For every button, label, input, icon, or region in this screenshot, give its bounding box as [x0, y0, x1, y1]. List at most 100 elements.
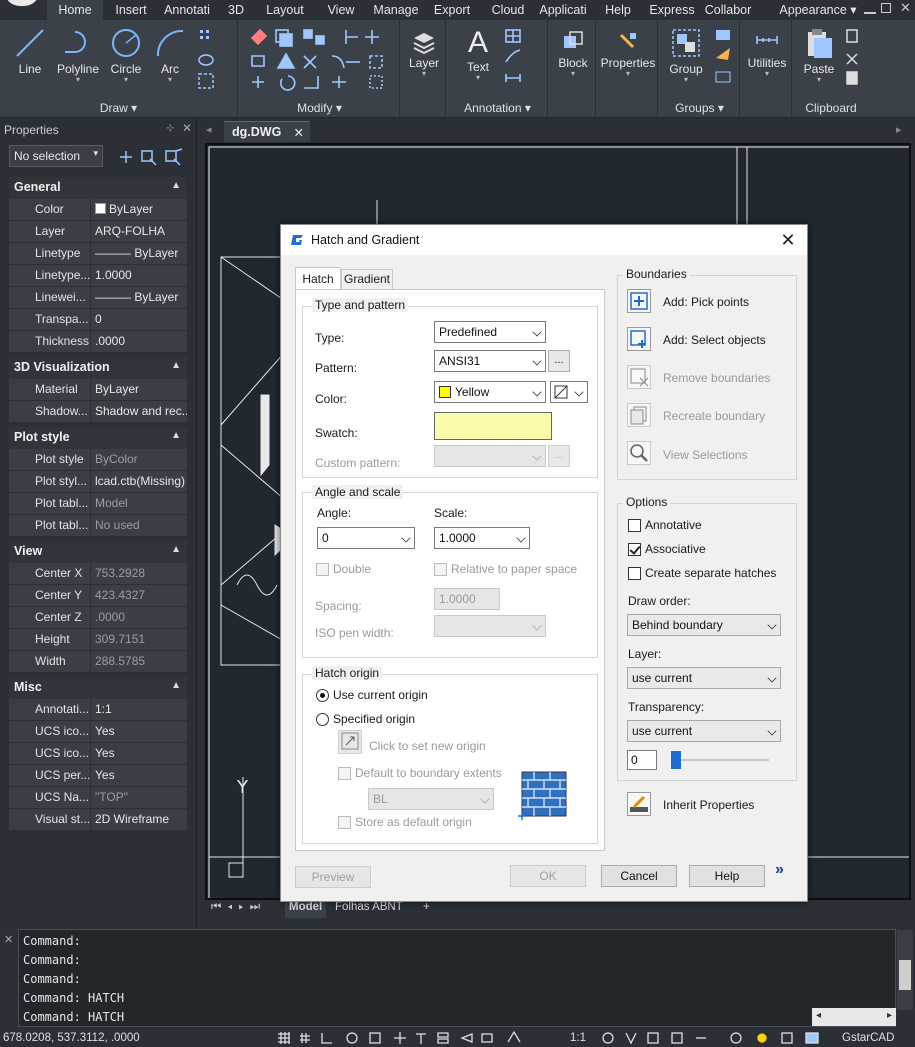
- add-pick-points-label[interactable]: Add: Pick points: [663, 295, 749, 309]
- tab-hatch[interactable]: Hatch: [295, 267, 341, 291]
- tab-home[interactable]: Home: [47, 0, 103, 20]
- property-row[interactable]: Color ByLayer: [9, 199, 187, 221]
- origin-position-dropdown[interactable]: BL: [368, 788, 494, 810]
- quick-select-icon[interactable]: [116, 147, 186, 167]
- tab-manage[interactable]: Manage: [370, 0, 422, 20]
- close-palette-icon[interactable]: ✕: [182, 121, 192, 135]
- layer-button[interactable]: Layer ▾: [404, 30, 444, 78]
- draw-mini-tools-icon[interactable]: [196, 28, 232, 92]
- type-dropdown[interactable]: Predefined: [434, 321, 546, 343]
- property-value[interactable]: Shadow and rec...: [91, 401, 187, 422]
- property-row[interactable]: Annotati... 1:1: [9, 699, 187, 721]
- property-row[interactable]: Plot tabl... No used: [9, 515, 187, 537]
- pin-icon[interactable]: ⊹: [166, 123, 174, 134]
- property-row[interactable]: Thickness .0000: [9, 331, 187, 353]
- property-row[interactable]: Center Z .0000: [9, 607, 187, 629]
- tab-add-layout[interactable]: +: [423, 901, 430, 913]
- status-toggles-icon[interactable]: [276, 1030, 566, 1046]
- property-row[interactable]: Visual st... 2D Wireframe: [9, 809, 187, 831]
- property-row[interactable]: Shadow... Shadow and rec...: [9, 401, 187, 423]
- transparency-slider-thumb[interactable]: [671, 751, 681, 769]
- draw-order-dropdown[interactable]: Behind boundary: [627, 614, 781, 636]
- custom-pattern-browse-button[interactable]: ...: [548, 445, 570, 467]
- tab-view[interactable]: View: [321, 0, 361, 20]
- property-value[interactable]: Yes: [91, 765, 187, 786]
- line-tool[interactable]: Line: [10, 26, 50, 76]
- close-document-icon[interactable]: ✕: [294, 125, 304, 140]
- property-value[interactable]: 753.2928: [91, 563, 187, 584]
- document-tab[interactable]: dg.DWG ✕: [224, 121, 310, 142]
- property-value[interactable]: 309.7151: [91, 629, 187, 650]
- associative-checkbox[interactable]: [628, 543, 641, 556]
- pattern-browse-button[interactable]: ...: [548, 350, 570, 372]
- transparency-slider-track[interactable]: [673, 759, 769, 761]
- transparency-input[interactable]: 0: [627, 750, 657, 770]
- property-row[interactable]: UCS Na... "TOP": [9, 787, 187, 809]
- minimize-icon[interactable]: [864, 2, 876, 14]
- property-row[interactable]: Height 309.7151: [9, 629, 187, 651]
- collapse-icon[interactable]: ▲: [171, 180, 181, 191]
- property-row[interactable]: Linewei... ——— ByLayer: [9, 287, 187, 309]
- default-extents-checkbox[interactable]: [338, 767, 351, 780]
- property-row[interactable]: Center Y 423.4327: [9, 585, 187, 607]
- application-menu-button[interactable]: [4, 0, 40, 6]
- property-value[interactable]: 2D Wireframe: [91, 809, 187, 830]
- groups-panel-label[interactable]: Groups ▾: [660, 101, 739, 115]
- property-value[interactable]: Yes: [91, 743, 187, 764]
- command-hscroll[interactable]: ◂ ▸: [812, 1008, 896, 1026]
- tab-scroll-right-icon[interactable]: ▸: [896, 123, 902, 136]
- modify-panel-label[interactable]: Modify ▾: [240, 101, 399, 115]
- property-value[interactable]: ——— ByLayer: [91, 243, 187, 264]
- tab-applications[interactable]: Applicati: [536, 0, 590, 20]
- pattern-swatch-preview[interactable]: [434, 412, 552, 440]
- color-dropdown[interactable]: Yellow: [434, 381, 546, 403]
- background-color-dropdown[interactable]: [550, 381, 588, 403]
- set-origin-button[interactable]: [338, 730, 362, 754]
- property-value[interactable]: 1:1: [91, 699, 187, 720]
- property-row[interactable]: UCS ico... Yes: [9, 721, 187, 743]
- property-value[interactable]: Model: [91, 493, 187, 514]
- annotative-checkbox[interactable]: [628, 519, 641, 532]
- angle-dropdown[interactable]: 0: [317, 527, 415, 549]
- property-row[interactable]: Center X 753.2928: [9, 563, 187, 585]
- selection-dropdown[interactable]: No selection ▾: [9, 145, 103, 167]
- ok-button[interactable]: OK: [510, 865, 586, 887]
- cancel-button[interactable]: Cancel: [601, 865, 677, 887]
- dialog-titlebar[interactable]: Hatch and Gradient ✕: [281, 225, 807, 255]
- more-options-button[interactable]: »: [775, 861, 784, 879]
- separate-hatches-checkbox[interactable]: [628, 567, 641, 580]
- property-row[interactable]: Width 288.5785: [9, 651, 187, 673]
- section-header[interactable]: Plot style ▲: [9, 427, 187, 449]
- property-value[interactable]: ByLayer: [91, 379, 187, 400]
- relative-paper-checkbox[interactable]: [434, 563, 447, 576]
- tab-insert[interactable]: Insert: [108, 0, 154, 20]
- tab-cloud[interactable]: Cloud: [486, 0, 530, 20]
- property-row[interactable]: Transpa... 0: [9, 309, 187, 331]
- spacing-input[interactable]: 1.0000: [434, 588, 500, 610]
- property-row[interactable]: UCS ico... Yes: [9, 743, 187, 765]
- close-window-icon[interactable]: ✕: [900, 0, 911, 16]
- view-selections-label[interactable]: View Selections: [663, 448, 748, 462]
- tab-layout[interactable]: Layout: [262, 0, 308, 20]
- inherit-properties-label[interactable]: Inherit Properties: [663, 798, 754, 812]
- collapse-icon[interactable]: ▲: [171, 430, 181, 441]
- property-value[interactable]: lcad.ctb(Missing): [91, 471, 187, 492]
- property-row[interactable]: Plot styl... lcad.ctb(Missing): [9, 471, 187, 493]
- property-value[interactable]: 1.0000: [91, 265, 187, 286]
- text-tool[interactable]: A Text ▾: [458, 26, 498, 82]
- section-header[interactable]: Misc ▲: [9, 677, 187, 699]
- use-current-origin-radio[interactable]: [316, 689, 329, 702]
- properties-button[interactable]: Properties ▾: [598, 30, 658, 78]
- command-input[interactable]: Command: HATCH: [23, 1008, 891, 1027]
- tab-folhas-abnt[interactable]: Folhas ABNT: [335, 901, 403, 913]
- section-header[interactable]: 3D Visualization ▲: [9, 357, 187, 379]
- property-row[interactable]: Plot style ByColor: [9, 449, 187, 471]
- close-command-icon[interactable]: ✕: [4, 933, 13, 946]
- appearance-menu[interactable]: Appearance ▾: [778, 0, 858, 20]
- tab-model[interactable]: Model: [285, 900, 327, 918]
- annotation-mini-tools-icon[interactable]: [504, 28, 544, 88]
- collapse-icon[interactable]: ▲: [171, 680, 181, 691]
- property-value[interactable]: ——— ByLayer: [91, 287, 187, 308]
- specified-origin-radio[interactable]: [316, 713, 329, 726]
- help-button[interactable]: Help: [689, 865, 765, 887]
